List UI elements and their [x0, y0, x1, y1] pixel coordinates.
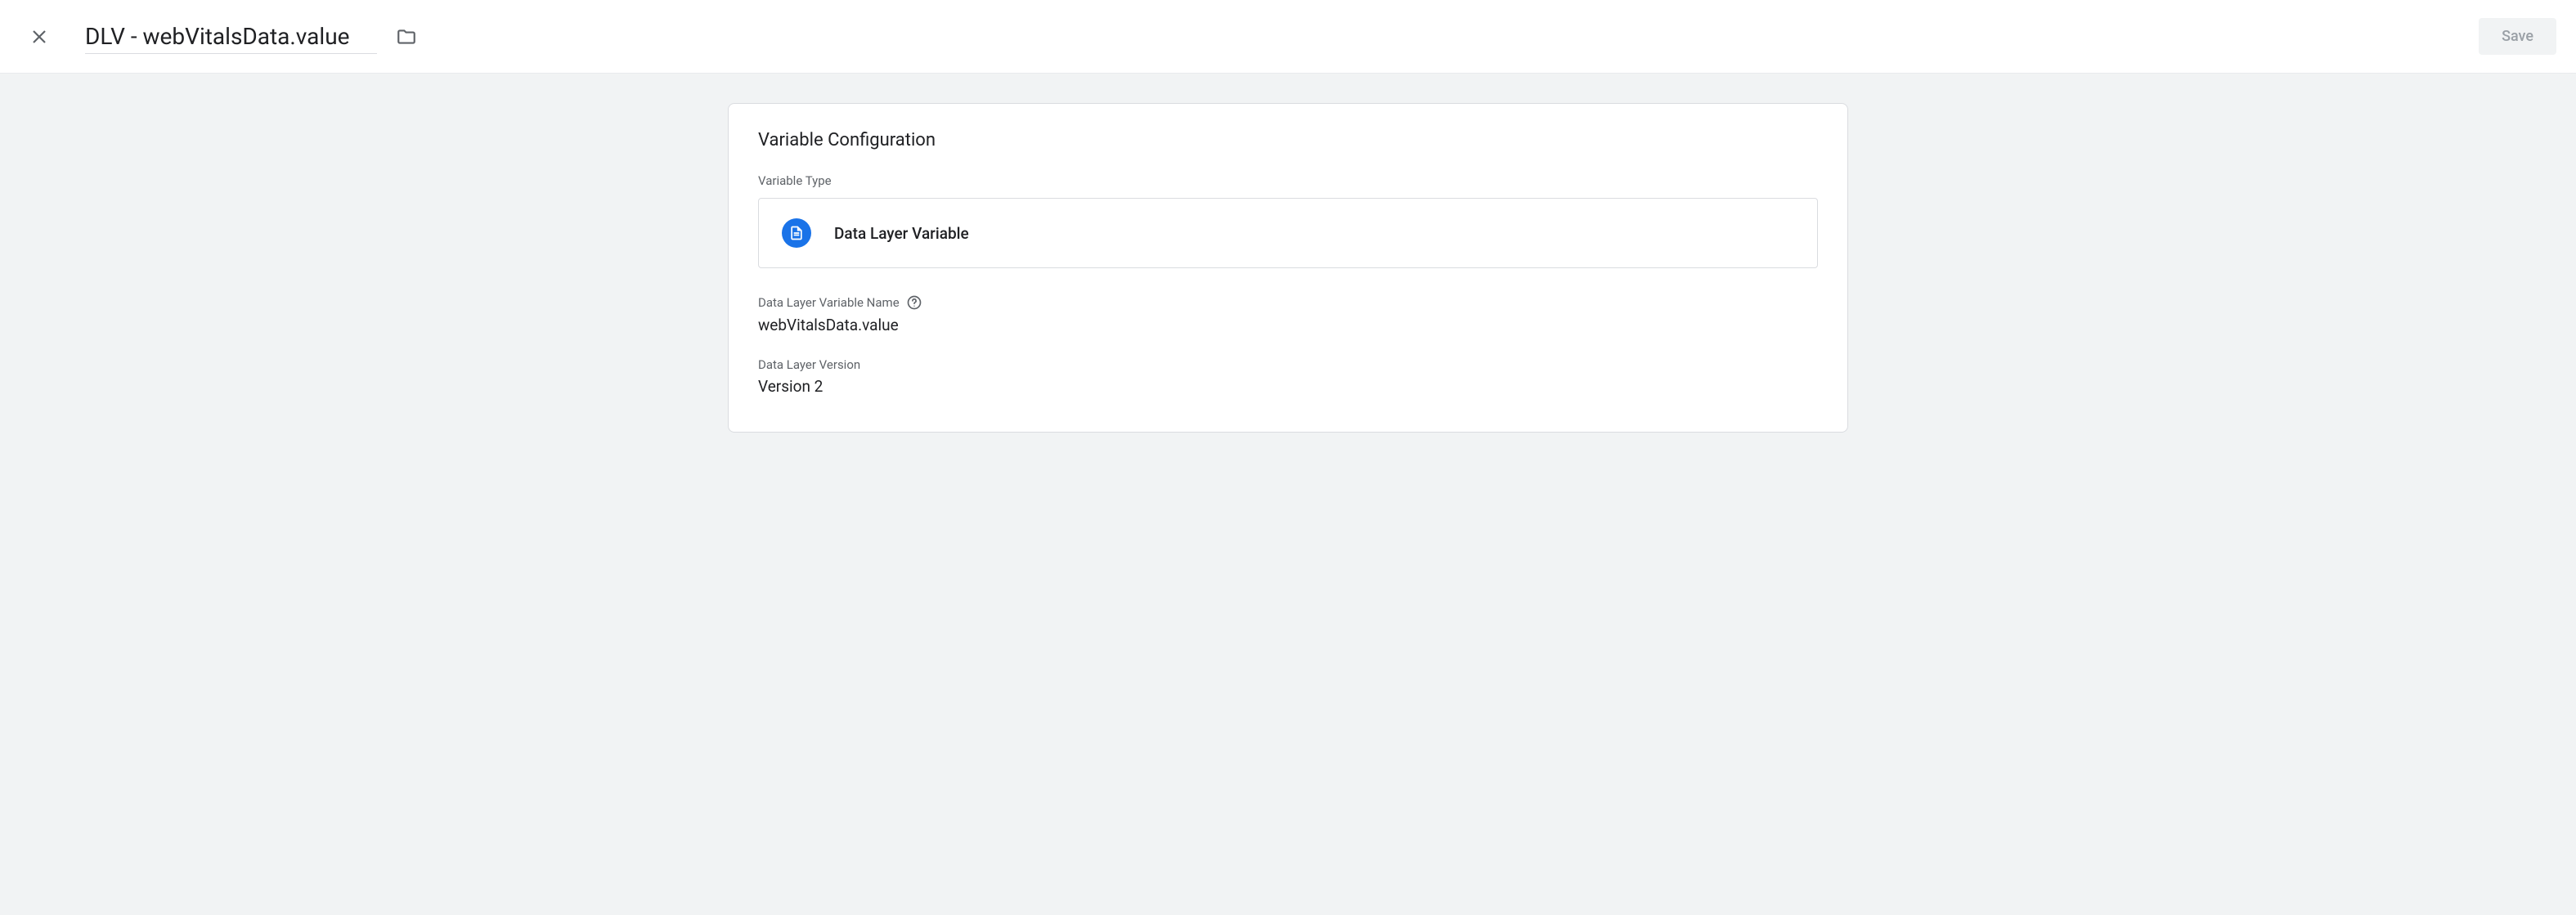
dlv-version-field: Data Layer Version Version 2 [758, 357, 1818, 396]
dlv-name-field: Data Layer Variable Name webVitalsData.v… [758, 294, 1818, 334]
variable-configuration-card: Variable Configuration Variable Type Dat… [728, 103, 1848, 433]
data-layer-variable-icon [782, 218, 811, 248]
save-button[interactable]: Save [2479, 18, 2556, 55]
variable-type-value: Data Layer Variable [834, 224, 969, 243]
close-icon [29, 27, 49, 47]
dlv-version-value: Version 2 [758, 377, 1818, 396]
variable-type-label: Variable Type [758, 173, 1818, 188]
dlv-name-label: Data Layer Variable Name [758, 294, 1818, 311]
dlv-name-value: webVitalsData.value [758, 316, 1818, 334]
header-bar: Save [0, 0, 2576, 74]
dlv-version-label: Data Layer Version [758, 357, 1818, 372]
content-area: Variable Configuration Variable Type Dat… [0, 74, 2576, 915]
variable-name-input[interactable] [85, 20, 377, 54]
folder-button[interactable] [390, 20, 423, 53]
folder-icon [396, 26, 417, 47]
card-title: Variable Configuration [758, 130, 1818, 150]
variable-type-selector[interactable]: Data Layer Variable [758, 198, 1818, 268]
close-button[interactable] [20, 17, 59, 56]
help-icon[interactable] [906, 294, 922, 311]
